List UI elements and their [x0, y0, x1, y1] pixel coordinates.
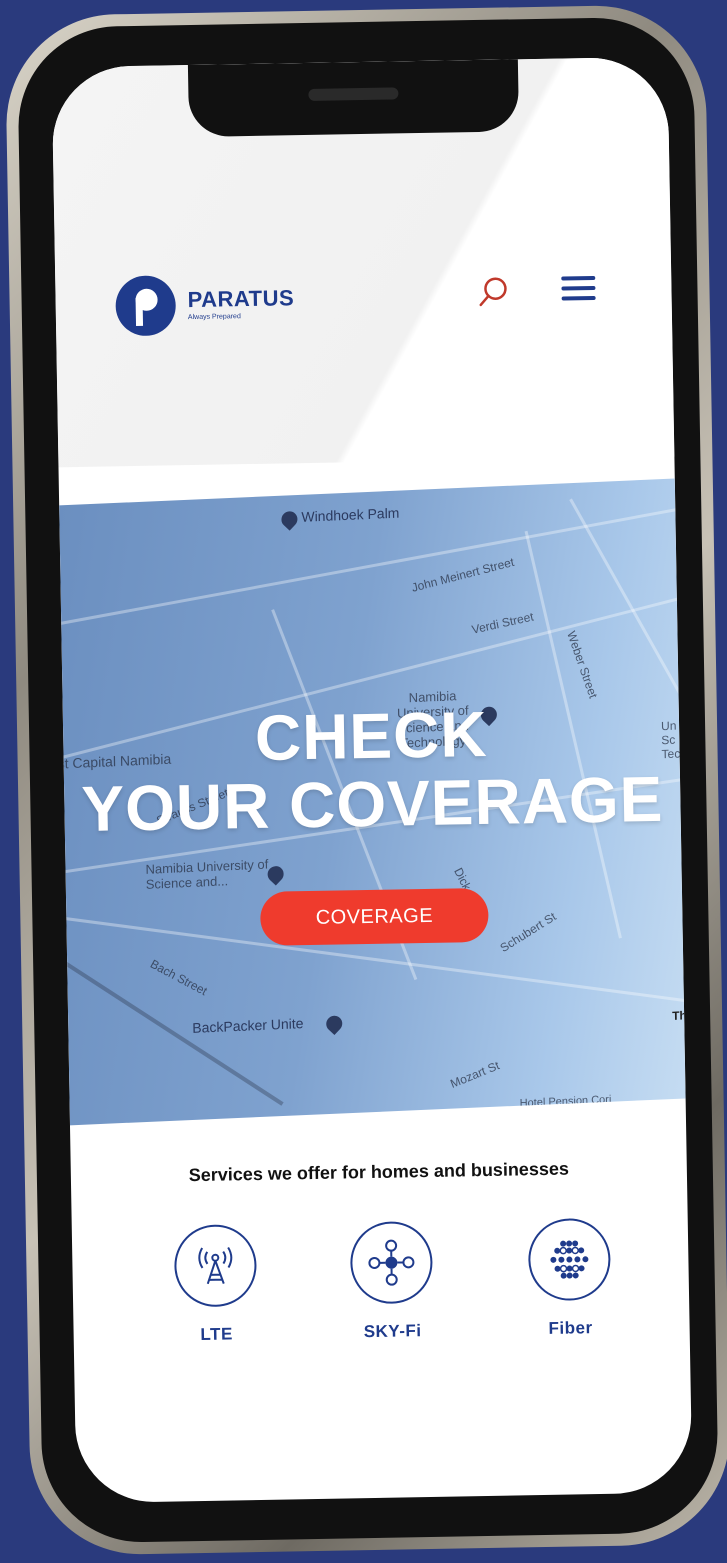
brand-name: PARATUS [187, 285, 295, 313]
search-icon[interactable] [475, 273, 512, 310]
paratus-logo-icon[interactable] [115, 275, 177, 337]
service-label: SKY-Fi [363, 1321, 422, 1342]
map-label: Schubert St [497, 909, 559, 955]
phone-screen: PARATUS Always Prepared Windhoek Palm Jo… [51, 56, 693, 1504]
service-fiber[interactable]: Fiber [514, 1217, 626, 1340]
speaker-grille [308, 87, 399, 101]
phone-bezel: PARATUS Always Prepared Windhoek Palm Jo… [16, 16, 720, 1544]
fiber-dots-icon [527, 1217, 612, 1302]
site-header: PARATUS Always Prepared [115, 267, 632, 346]
map-label: Verdi Street [470, 609, 535, 637]
brand[interactable]: PARATUS Always Prepared [187, 285, 294, 321]
brand-tagline: Always Prepared [187, 313, 241, 322]
skyfi-network-icon [349, 1220, 434, 1305]
services-heading: Services we offer for homes and business… [188, 1158, 570, 1186]
map-label: John Meinert Street [410, 554, 516, 595]
phone-notch [187, 59, 520, 138]
map-label: Th [672, 1008, 686, 1023]
service-label: LTE [200, 1324, 233, 1345]
service-skyfi[interactable]: SKY-Fi [336, 1220, 448, 1343]
service-label: Fiber [548, 1318, 593, 1338]
map-label: Namibia University of Science and... [145, 856, 269, 892]
hero-title: CHECK YOUR COVERAGE [63, 697, 681, 845]
map-label: Weber Street [564, 629, 601, 701]
map-label: BackPacker Unite [192, 1015, 304, 1036]
phone-frame: PARATUS Always Prepared Windhoek Palm Jo… [4, 4, 727, 1556]
map-label: Windhoek Palm [301, 504, 400, 525]
service-lte[interactable]: LTE [160, 1224, 272, 1346]
lte-tower-icon [173, 1224, 258, 1308]
map-label: Bach Street [147, 956, 210, 999]
map-label: Hotel Pension Cori [519, 1093, 612, 1110]
hamburger-menu-icon[interactable] [561, 275, 596, 305]
map-label: Mozart St [448, 1058, 502, 1091]
hero-title-line2: YOUR COVERAGE [80, 762, 664, 845]
coverage-button[interactable]: COVERAGE [259, 887, 489, 946]
